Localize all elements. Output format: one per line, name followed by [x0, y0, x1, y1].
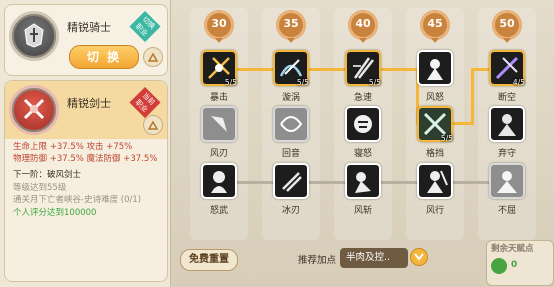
skill-label: 风行	[425, 206, 444, 216]
skill-unyielding[interactable]: 不屈	[489, 163, 525, 216]
free-reset-button[interactable]: 免费重置	[180, 249, 238, 271]
skill-label: 弃守	[497, 149, 516, 159]
tier-badge: 30	[204, 10, 234, 43]
talent-point-icon	[491, 258, 507, 274]
skill-label: 急速	[353, 93, 372, 103]
next-class-title: 下一阶：破风剑士	[13, 170, 82, 180]
next-req-level: 等级达到55级	[13, 182, 67, 193]
next-req-score: 个人评分达到100000	[13, 207, 97, 218]
swordsman-avatar	[9, 85, 59, 135]
skill-echo[interactable]: 回音	[273, 106, 309, 159]
switch-ribbon: 切换职业	[129, 11, 161, 43]
skill-label: 断空	[497, 93, 516, 103]
skill-wind-blade[interactable]: 风刃	[201, 106, 237, 159]
tier-badge: 45	[420, 10, 450, 43]
recommend-select[interactable]: 半肉及控..	[340, 248, 408, 268]
skill-vortex[interactable]: 5/5 漩涡	[273, 50, 309, 103]
tier-badge: 50	[492, 10, 522, 43]
knight-name: 精锐骑士	[67, 21, 111, 34]
skill-breakspace[interactable]: 4/5 断空	[489, 50, 525, 103]
forsake-icon	[498, 114, 516, 136]
skill-haste[interactable]: 5/5 急速	[345, 50, 381, 103]
class-stats: 生命上限 +37.5% 攻击 +75% 物理防御 +37.5% 魔法防御 +37…	[13, 141, 157, 165]
talent-link	[471, 68, 489, 71]
skill-label: 寝怒	[353, 149, 372, 159]
skill-label: 怒武	[209, 206, 228, 216]
skill-label: 不屈	[497, 206, 516, 216]
skill-forsake[interactable]: 弃守	[489, 106, 525, 159]
skill-wind-slash[interactable]: 风斩	[345, 163, 381, 216]
skill-wrath-martial[interactable]: 怒武	[201, 163, 237, 216]
class-panel: 精锐骑士 切换职业 切 换 精锐剑士 当前职业 生命上限 +37.5% 攻击 +…	[0, 0, 171, 287]
tier-badge: 40	[348, 10, 378, 43]
wind-slash-icon	[355, 172, 371, 193]
tier-badge: 35	[276, 10, 306, 43]
talent-link	[471, 68, 474, 125]
knight-avatar	[9, 11, 59, 61]
skill-fury[interactable]: 风怒	[417, 50, 453, 103]
swordsman-name: 精锐剑士	[67, 97, 111, 110]
talent-link	[453, 181, 489, 184]
echo-icon	[280, 116, 303, 132]
skill-label: 回音	[281, 149, 300, 159]
talent-link	[381, 68, 416, 71]
skill-rage[interactable]: 寝怒	[345, 106, 381, 159]
skill-crit[interactable]: 5/5 暴击	[201, 50, 237, 103]
remaining-points-label: 剩余天赋点	[491, 244, 534, 254]
unyielding-icon	[497, 171, 517, 193]
remaining-points-box: 剩余天赋点 0	[486, 240, 554, 286]
class-card-swordsman: 精锐剑士 当前职业 生命上限 +37.5% 攻击 +75% 物理防御 +37.5…	[4, 80, 168, 282]
skill-label: 格挡	[425, 149, 444, 159]
knight-upgrade-icon[interactable]	[143, 47, 163, 67]
chevron-down-icon[interactable]	[410, 248, 428, 266]
skill-block[interactable]: 5/5 格挡	[417, 106, 453, 159]
swordsman-upgrade-icon[interactable]	[143, 115, 163, 135]
skill-label: 冰刃	[281, 206, 300, 216]
ice-blade-icon	[282, 172, 302, 192]
next-class-info: 下一阶：破风剑士 等级达到55级 通关月下亡者峡谷-史诗难度 (0/1) 个人评…	[13, 169, 141, 219]
skill-label: 漩涡	[281, 93, 300, 103]
wind-walk-icon	[427, 170, 448, 193]
skill-label: 风怒	[425, 93, 444, 103]
talent-link	[453, 122, 471, 125]
skill-ice-blade[interactable]: 冰刃	[273, 163, 309, 216]
skill-wind-walk[interactable]: 风行	[417, 163, 453, 216]
talent-screen: 精锐骑士 切换职业 切 换 精锐剑士 当前职业 生命上限 +37.5% 攻击 +…	[0, 0, 554, 287]
remaining-points-value: 0	[511, 260, 518, 270]
stats-line2: 物理防御 +37.5% 魔法防御 +37.5%	[13, 154, 158, 164]
stats-line1: 生命上限 +37.5% 攻击 +75%	[13, 142, 133, 152]
skill-label: 风刃	[209, 149, 228, 159]
skill-label: 风斩	[353, 206, 372, 216]
skill-label: 暴击	[209, 93, 228, 103]
wrath-martial-icon	[211, 171, 227, 193]
recommend-label: 推荐加点	[298, 255, 337, 266]
talent-link	[381, 181, 417, 184]
next-req-dungeon: 通关月下亡者峡谷-史诗难度 (0/1)	[13, 195, 142, 205]
fury-icon	[427, 59, 443, 80]
switch-class-button[interactable]: 切 换	[69, 45, 139, 69]
rage-icon	[354, 115, 372, 133]
class-card-knight[interactable]: 精锐骑士 切换职业 切 换	[4, 4, 168, 76]
wind-blade-icon	[211, 116, 227, 132]
